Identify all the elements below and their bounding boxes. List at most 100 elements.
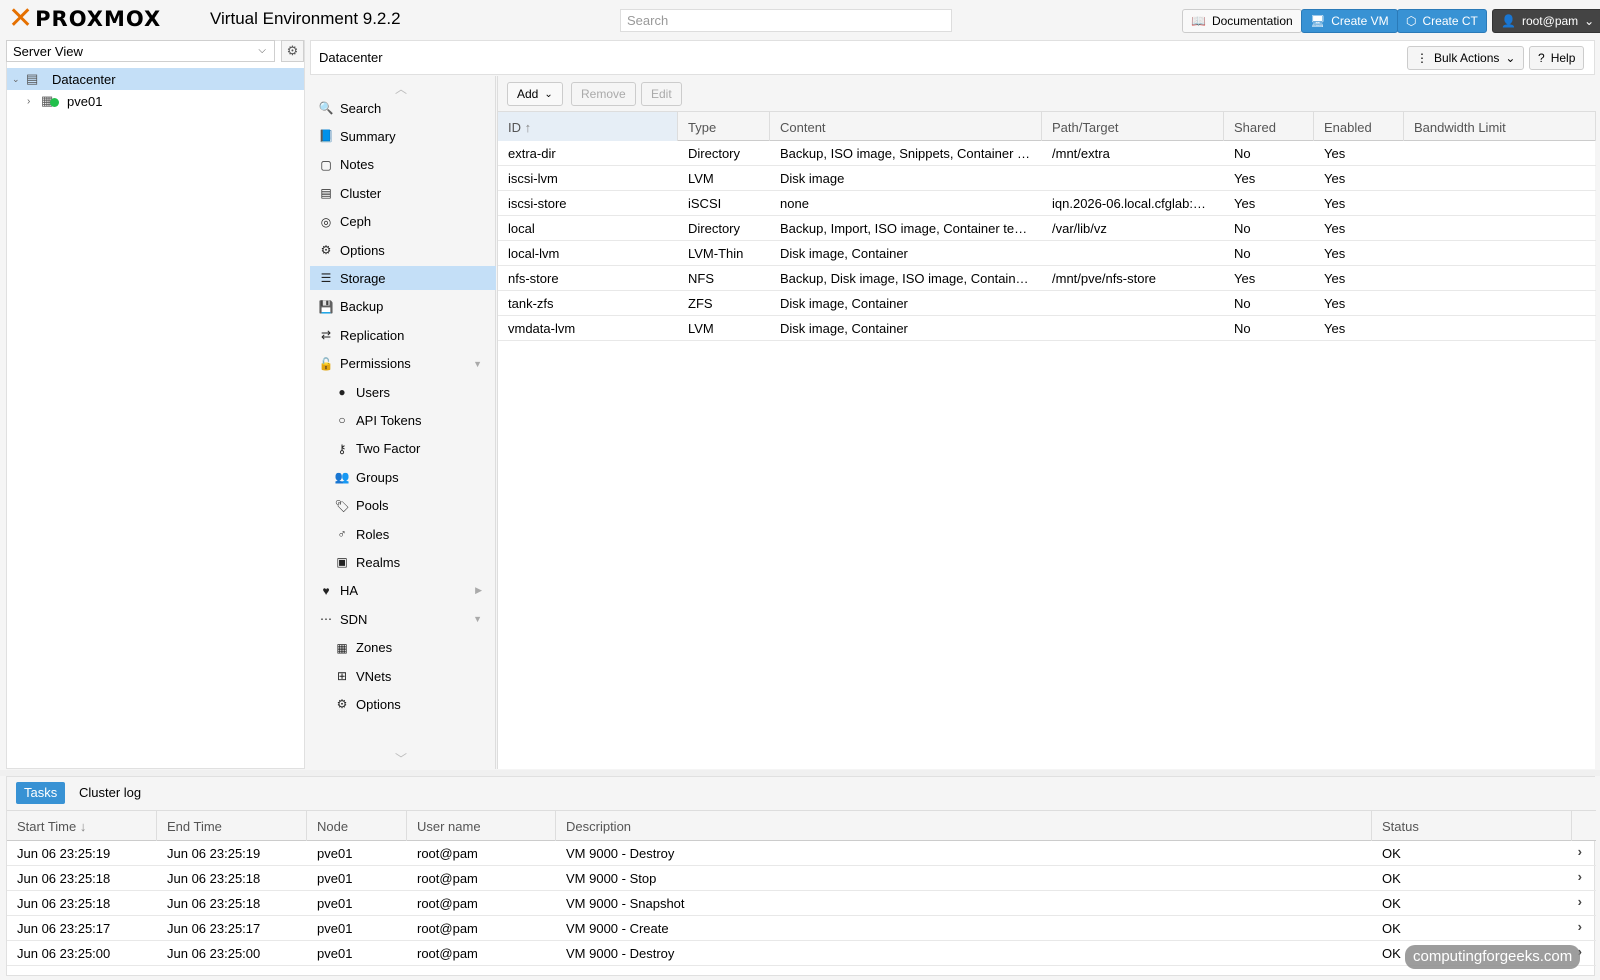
sitemap-icon: ⊞ [336, 669, 348, 683]
table-row[interactable]: local-lvm LVM-Thin Disk image, Container No… [498, 241, 1596, 266]
column-header-node[interactable]: Node [307, 811, 407, 841]
task-row[interactable]: Jun 06 23:25:19 Jun 06 23:25:19 pve01 root@… [7, 841, 1596, 866]
task-row[interactable]: Jun 06 23:25:18 Jun 06 23:25:18 pve01 root@… [7, 866, 1596, 891]
task-cell: pve01 [317, 896, 353, 911]
tree-item-node[interactable]: › ▦ pve01 [7, 90, 304, 112]
menu-item-users[interactable]: ● Users [310, 380, 496, 404]
chevron-down-icon: ⌄ [1505, 51, 1516, 65]
chevron-right-icon[interactable]: › [1578, 844, 1582, 859]
tab-cluster-log[interactable]: Cluster log [71, 782, 149, 804]
table-row[interactable]: extra-dir Directory Backup, ISO image, Sni… [498, 141, 1596, 166]
table-cell: Yes [1234, 196, 1256, 211]
task-tabs: Tasks Cluster log [7, 777, 1596, 811]
server-icon: ▤ [26, 71, 39, 86]
menu-item-roles[interactable]: ♂ Roles [310, 522, 496, 546]
table-cell: nfs-store [508, 271, 559, 286]
menu-item-groups[interactable]: 👥 Groups [310, 465, 496, 489]
menu-item-pools[interactable]: 🏷 Pools [310, 494, 496, 518]
column-header-path-target[interactable]: Path/Target [1042, 112, 1224, 141]
tree-item-datacenter[interactable]: ⌄ ▤ Datacenter [7, 68, 304, 90]
edit-button[interactable]: Edit [641, 82, 682, 106]
chevron-right-icon[interactable]: › [1578, 894, 1582, 909]
task-row[interactable]: Jun 06 23:25:00 Jun 06 23:25:00 pve01 root@… [7, 941, 1596, 966]
table-row[interactable]: iscsi-store iSCSI none iqn.2026-06.local.cf… [498, 191, 1596, 216]
column-header-type[interactable]: Type [678, 112, 770, 141]
table-row[interactable]: vmdata-lvm LVM Disk image, Container No Yes [498, 316, 1596, 341]
caret-right-icon[interactable]: ▶ [475, 585, 482, 596]
table-cell: none [780, 196, 809, 211]
chevron-down-icon[interactable]: ⌄ [12, 74, 24, 85]
menu-item-api-tokens[interactable]: ○ API Tokens [310, 408, 496, 432]
menu-item-notes[interactable]: ▢ Notes [310, 153, 496, 177]
remove-button[interactable]: Remove [571, 82, 636, 106]
table-row[interactable]: nfs-store NFS Backup, Disk image, ISO imag… [498, 266, 1596, 291]
chevron-right-icon[interactable]: › [1578, 919, 1582, 934]
ellipsis-vertical-icon: ⋮ [1416, 51, 1428, 65]
menu-item-cluster[interactable]: ▤ Cluster [310, 181, 496, 205]
column-header-id[interactable]: ID ↑ [498, 112, 678, 141]
gear-icon[interactable]: ⚙ [281, 40, 304, 62]
search-input[interactable]: Search [620, 9, 952, 32]
documentation-button[interactable]: 📖 Documentation [1182, 9, 1302, 33]
table-row[interactable]: tank-zfs ZFS Disk image, Container No Yes [498, 291, 1596, 316]
chevron-right-icon[interactable]: › [27, 96, 39, 107]
tab-tasks[interactable]: Tasks [16, 782, 66, 804]
menu-item-options[interactable]: ⚙ Options [310, 692, 496, 716]
column-header-status[interactable]: Status [1372, 811, 1572, 841]
column-header-user-name[interactable]: User name [407, 811, 556, 841]
column-header-shared[interactable]: Shared [1224, 112, 1314, 141]
menu-item-backup[interactable]: 💾 Backup [310, 295, 496, 319]
bulk-actions-button[interactable]: ⋮ Bulk Actions ⌄ [1407, 46, 1525, 70]
menu-item-sdn[interactable]: ⋯ SDN ▼ [310, 607, 496, 631]
menu-item-realms[interactable]: ▣ Realms [310, 550, 496, 574]
scroll-down-icon[interactable]: ﹀ [395, 750, 407, 767]
create-vm-button[interactable]: 🖥 Create VM [1301, 9, 1398, 33]
table-cell [1404, 191, 1596, 215]
create-ct-button[interactable]: ⬡ Create CT [1397, 9, 1487, 33]
menu-item-zones[interactable]: ▦ Zones [310, 636, 496, 660]
table-cell [1042, 241, 1224, 265]
column-header-description[interactable]: Description [556, 811, 1372, 841]
table-row[interactable]: iscsi-lvm LVM Disk image Yes Yes [498, 166, 1596, 191]
menu-item-options[interactable]: ⚙ Options [310, 238, 496, 262]
menu-item-label: Backup [340, 299, 384, 315]
chevron-right-icon[interactable]: › [1578, 869, 1582, 884]
proxmox-logo[interactable]: ✕ PROXMOX [8, 4, 161, 34]
table-row[interactable]: local Directory Backup, Import, ISO image,… [498, 216, 1596, 241]
menu-item-permissions[interactable]: 🔓 Permissions ▼ [310, 352, 496, 376]
menu-item-ha[interactable]: ♥ HA ▶ [310, 579, 496, 603]
user-menu-button[interactable]: 👤 root@pam ⌄ [1492, 9, 1600, 33]
column-header-start-time[interactable]: Start Time ↓ [7, 811, 157, 841]
table-cell [1042, 316, 1224, 340]
table-cell: ZFS [688, 296, 713, 311]
table-cell: tank-zfs [508, 296, 554, 311]
search-icon: 🔍 [318, 101, 334, 115]
menu-item-label: Pools [356, 498, 389, 514]
menu-item-storage[interactable]: ☰ Storage [310, 266, 496, 291]
menu-item-replication[interactable]: ⇄ Replication [310, 323, 496, 347]
help-button[interactable]: ? Help [1529, 46, 1585, 70]
menu-item-vnets[interactable]: ⊞ VNets [310, 664, 496, 688]
caret-down-icon[interactable]: ▼ [473, 359, 482, 369]
menu-item-label: Search [340, 100, 382, 116]
menu-item-ceph[interactable]: ◎ Ceph [310, 210, 496, 234]
table-cell: No [1234, 246, 1251, 261]
column-header-content[interactable]: Content [770, 112, 1042, 141]
task-row[interactable]: Jun 06 23:25:18 Jun 06 23:25:18 pve01 root@… [7, 891, 1596, 916]
menu-item-search[interactable]: 🔍 Search [310, 96, 496, 120]
menu-item-two-factor[interactable]: ⚷ Two Factor [310, 437, 496, 461]
floppy-icon: 💾 [318, 299, 334, 314]
scroll-up-icon[interactable]: ︿ [395, 80, 407, 97]
datacenter-menu: 🔍 Search 📘 Summary ▢ Notes ▤ Cluster ◎ Ceph ⚙ Optio… [310, 76, 496, 769]
menu-item-label: Summary [340, 128, 396, 144]
column-header-enabled[interactable]: Enabled [1314, 112, 1404, 141]
caret-down-icon[interactable]: ▼ [473, 614, 482, 624]
column-header-end-time[interactable]: End Time [157, 811, 307, 841]
task-cell: pve01 [317, 946, 353, 961]
menu-item-summary[interactable]: 📘 Summary [310, 124, 496, 148]
book-icon: 📘 [318, 129, 334, 144]
add-button[interactable]: Add ⌄ [507, 82, 563, 106]
task-row[interactable]: Jun 06 23:25:17 Jun 06 23:25:17 pve01 root@… [7, 916, 1596, 941]
view-selector[interactable]: Server View ⌵ [6, 40, 275, 62]
column-header-bandwidth-limit[interactable]: Bandwidth Limit [1404, 112, 1596, 141]
